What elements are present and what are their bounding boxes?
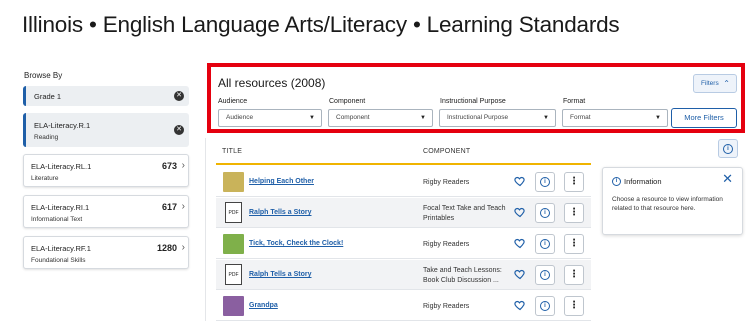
component-label: Component xyxy=(329,98,366,105)
column-header-component: COMPONENT xyxy=(423,148,471,155)
column-header-title: TITLE xyxy=(222,148,243,155)
pdf-icon[interactable]: PDF xyxy=(225,202,242,223)
chevron-right-icon: › xyxy=(181,242,185,253)
resource-title-link[interactable]: Ralph Tells a Story xyxy=(249,271,312,278)
divider xyxy=(205,138,206,321)
pdf-icon[interactable]: PDF xyxy=(225,264,242,285)
resource-component: Rigby Readers xyxy=(423,179,470,186)
cover-thumbnail[interactable] xyxy=(223,172,244,192)
resource-title-link[interactable]: Tick, Tock, Check the Clock! xyxy=(249,240,343,247)
selected-facet-reading[interactable]: ELA-Literacy.R.1 Reading ✕ xyxy=(23,113,189,147)
component-select-value: Component xyxy=(336,114,370,121)
facet-count: 617 xyxy=(161,202,177,212)
instructional-purpose-label: Instructional Purpose xyxy=(440,98,506,105)
facet-title: ELA-Literacy.RF.1 xyxy=(31,244,91,253)
filters-toggle-label: Filters xyxy=(701,80,719,87)
caret-down-icon: ▼ xyxy=(420,115,426,121)
info-icon: i xyxy=(540,301,550,311)
info-button[interactable]: i xyxy=(535,265,555,285)
facet-title: ELA-Literacy.RL.1 xyxy=(31,162,92,171)
info-icon: i xyxy=(540,177,550,187)
table-row: PDF Ralph Tells a Story Take and Teach L… xyxy=(216,260,591,290)
more-options-button[interactable]: ⋮ xyxy=(564,265,584,285)
facet-title: Grade 1 xyxy=(34,92,62,101)
more-options-button[interactable]: ⋮ xyxy=(564,172,584,192)
filter-panel: All resources (2008) Filters ⌃ Audience … xyxy=(207,63,745,133)
facet-count: 673 xyxy=(161,161,177,171)
audience-select[interactable]: Audience ▼ xyxy=(218,109,322,127)
resource-component: Take and Teach Lessons: Book Club Discus… xyxy=(423,267,502,284)
facet-subtitle: Foundational Skills xyxy=(31,257,86,264)
results-heading: All resources (2008) xyxy=(218,76,326,90)
info-icon: i xyxy=(540,208,550,218)
remove-icon[interactable]: ✕ xyxy=(174,91,184,101)
info-button[interactable]: i xyxy=(535,203,555,223)
cover-thumbnail[interactable] xyxy=(223,234,244,254)
favorite-heart-icon[interactable] xyxy=(514,237,526,249)
filters-toggle-button[interactable]: Filters ⌃ xyxy=(693,74,737,93)
facet-subtitle: Reading xyxy=(34,134,59,141)
table-header: TITLE COMPONENT xyxy=(216,138,591,165)
resource-component: Focal Text Take and Teach Printables xyxy=(423,205,506,222)
table-row: PDF Ralph Tells a Story Focal Text Take … xyxy=(216,198,591,228)
component-select[interactable]: Component ▼ xyxy=(328,109,433,127)
information-title: Information xyxy=(624,177,662,186)
info-button[interactable]: i xyxy=(535,172,555,192)
page-title: Illinois • English Language Arts/Literac… xyxy=(22,12,620,37)
instructional-purpose-select-value: Instructional Purpose xyxy=(447,114,509,121)
more-options-button[interactable]: ⋮ xyxy=(564,234,584,254)
resource-title-link[interactable]: Helping Each Other xyxy=(249,178,314,185)
resource-title-link[interactable]: Ralph Tells a Story xyxy=(249,209,312,216)
resource-title-link[interactable]: Grandpa xyxy=(249,302,278,309)
cover-thumbnail[interactable] xyxy=(223,296,244,316)
facet-card-informational[interactable]: ELA-Literacy.RI.1 Informational Text 617… xyxy=(23,195,189,228)
favorite-heart-icon[interactable] xyxy=(514,299,526,311)
info-icon: i xyxy=(540,270,550,280)
caret-down-icon: ▼ xyxy=(309,115,315,121)
audience-select-value: Audience xyxy=(226,114,254,121)
facet-subtitle: Literature xyxy=(31,175,59,182)
table-row: Tick, Tock, Check the Clock! Rigby Reade… xyxy=(216,229,591,259)
more-options-button[interactable]: ⋮ xyxy=(564,203,584,223)
close-icon[interactable]: ✕ xyxy=(722,172,733,186)
information-body: Choose a resource to view information re… xyxy=(612,196,723,212)
favorite-heart-icon[interactable] xyxy=(514,206,526,218)
facet-card-foundational[interactable]: ELA-Literacy.RF.1 Foundational Skills 12… xyxy=(23,236,189,269)
audience-label: Audience xyxy=(218,98,248,105)
instructional-purpose-select[interactable]: Instructional Purpose ▼ xyxy=(439,109,556,127)
facet-subtitle: Informational Text xyxy=(31,216,83,223)
favorite-heart-icon[interactable] xyxy=(514,268,526,280)
info-button[interactable]: i xyxy=(535,296,555,316)
facet-card-literature[interactable]: ELA-Literacy.RL.1 Literature 673 › xyxy=(23,154,189,187)
facet-count: 1280 xyxy=(156,243,177,253)
resource-component: Rigby Readers xyxy=(423,241,470,248)
caret-down-icon: ▼ xyxy=(655,115,661,121)
resource-component: Rigby Readers xyxy=(423,303,470,310)
chevron-up-icon: ⌃ xyxy=(723,79,730,88)
format-label: Format xyxy=(563,98,586,105)
remove-icon[interactable]: ✕ xyxy=(174,125,184,135)
more-filters-button[interactable]: More Filters xyxy=(671,108,737,128)
browse-by-label: Browse By xyxy=(24,71,63,80)
favorite-heart-icon[interactable] xyxy=(514,175,526,187)
format-select-value: Format xyxy=(570,114,591,121)
table-row: Helping Each Other Rigby Readers i ⋮ xyxy=(216,167,591,197)
info-button[interactable]: i xyxy=(535,234,555,254)
more-options-button[interactable]: ⋮ xyxy=(564,296,584,316)
chevron-right-icon: › xyxy=(181,201,185,212)
information-panel: i Information ✕ Choose a resource to vie… xyxy=(602,167,743,235)
facet-title: ELA-Literacy.RI.1 xyxy=(31,203,90,212)
format-select[interactable]: Format ▼ xyxy=(562,109,668,127)
info-icon: i xyxy=(612,177,621,186)
info-panel-toggle-button[interactable]: i xyxy=(718,139,738,158)
table-row: Grandpa Rigby Readers i ⋮ xyxy=(216,291,591,321)
info-icon: i xyxy=(540,239,550,249)
facet-title: ELA-Literacy.R.1 xyxy=(34,121,91,130)
selected-facet-grade[interactable]: Grade 1 ✕ xyxy=(23,86,189,106)
caret-down-icon: ▼ xyxy=(543,115,549,121)
chevron-right-icon: › xyxy=(181,160,185,171)
info-icon: i xyxy=(723,144,733,154)
